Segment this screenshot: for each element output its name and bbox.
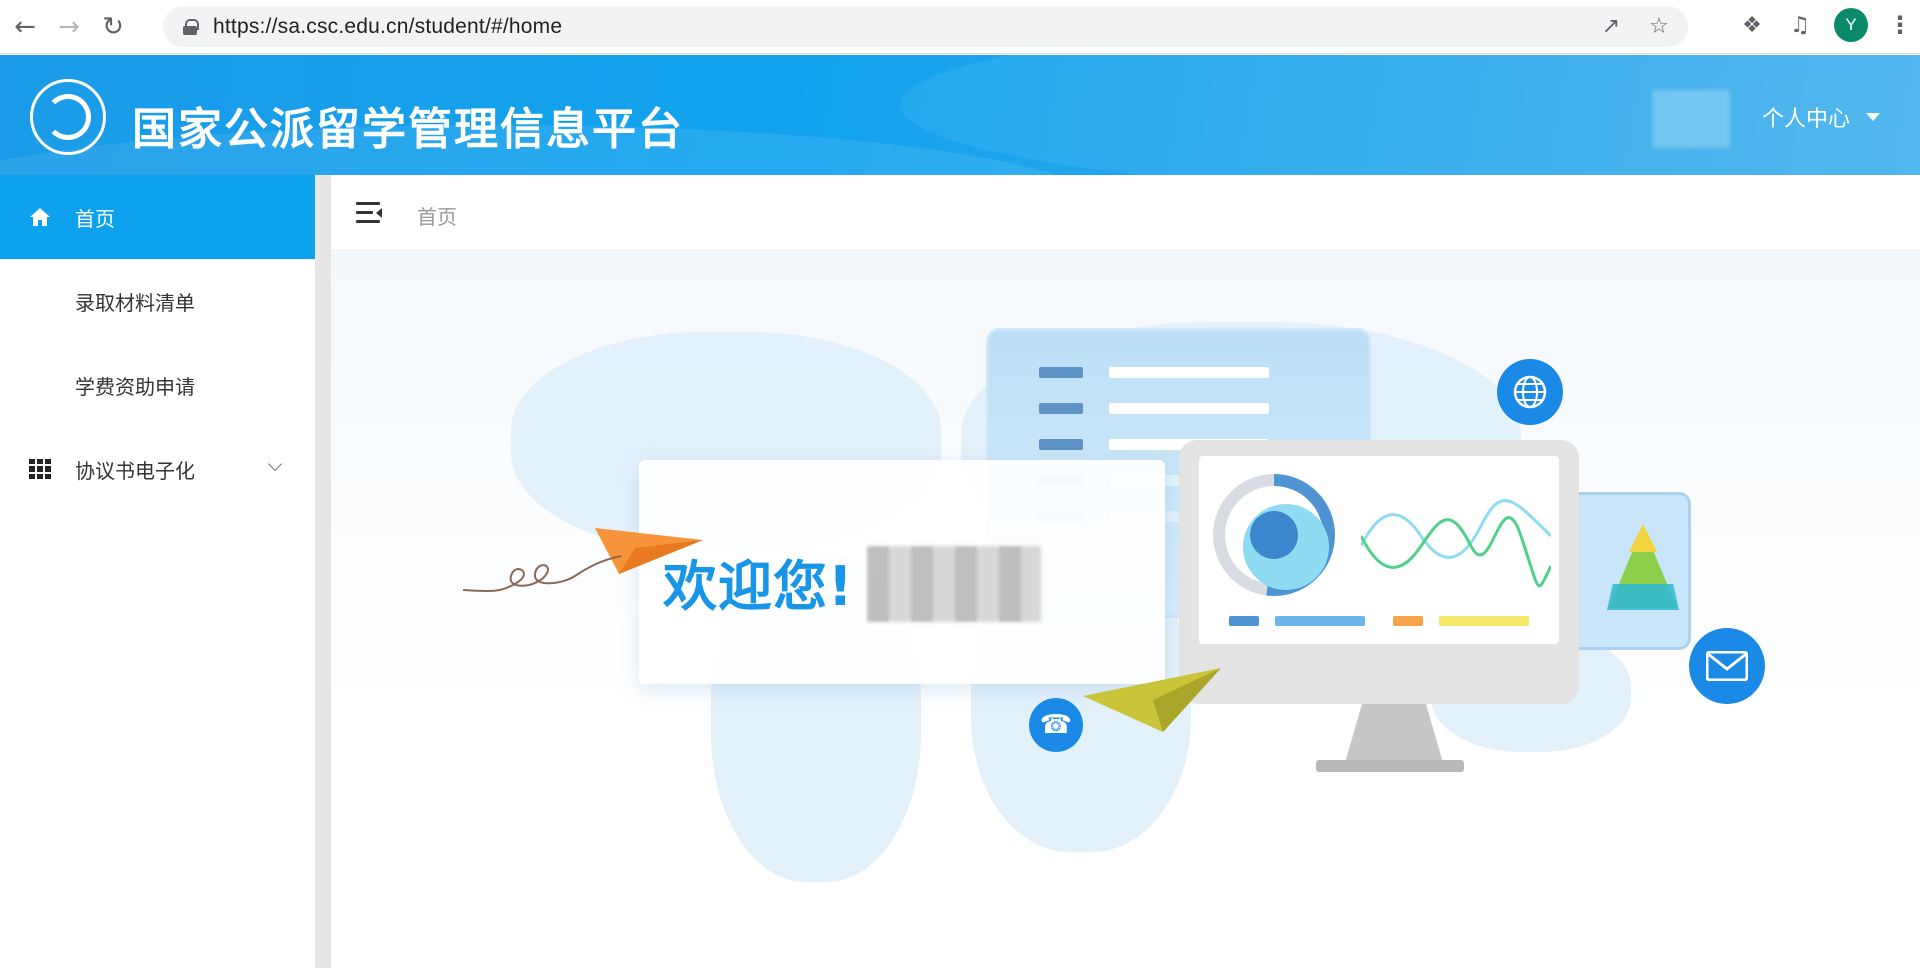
arrow-right-icon: →	[58, 11, 80, 42]
sidebar-item-label: 录取材料清单	[75, 290, 195, 315]
mail-icon	[1689, 628, 1765, 704]
sidebar-item-label: 学费资助申请	[75, 374, 195, 399]
sidebar-scrollbar[interactable]	[315, 175, 331, 968]
browser-menu-icon[interactable]: ⋮	[1888, 11, 1912, 39]
globe-icon	[1497, 359, 1563, 425]
legend-swatch	[1229, 616, 1259, 626]
sidebar-item-admission-materials[interactable]: 录取材料清单	[0, 259, 315, 343]
donut-chart-icon	[1213, 474, 1335, 596]
monitor-illustration	[1179, 440, 1579, 704]
breadcrumb-bar: 首页	[331, 175, 1920, 251]
reload-button[interactable]: ↻	[94, 8, 132, 46]
sidebar: 首页 录取材料清单 学费资助申请 协议书电子化	[0, 175, 315, 968]
collapse-menu-icon[interactable]	[356, 202, 382, 224]
legend-swatch	[1393, 616, 1423, 626]
bookmark-star-icon[interactable]: ☆	[1646, 14, 1672, 39]
share-icon[interactable]: ↗	[1598, 14, 1624, 39]
monitor-base	[1316, 760, 1464, 772]
address-bar[interactable]: https://sa.csc.edu.cn/student/#/home ↗ ☆	[163, 6, 1688, 47]
csc-logo	[30, 79, 106, 155]
back-button[interactable]: ←	[6, 8, 44, 46]
app-title: 国家公派留学管理信息平台	[132, 104, 684, 155]
arrow-left-icon: ←	[14, 11, 36, 42]
url-text[interactable]: https://sa.csc.edu.cn/student/#/home	[213, 15, 562, 39]
caret-down-icon	[1866, 113, 1881, 121]
chevron-down-icon	[267, 456, 283, 472]
user-center-label: 个人中心	[1762, 107, 1851, 132]
breadcrumb[interactable]: 首页	[417, 201, 457, 230]
user-name-redacted	[867, 546, 1041, 622]
pyramid-top	[1629, 524, 1657, 552]
reload-icon: ↻	[102, 11, 124, 42]
monitor-stand	[1344, 704, 1444, 766]
line-chart-icon	[1361, 499, 1551, 587]
pyramid-base	[1607, 584, 1679, 610]
legend-swatch	[1439, 616, 1529, 626]
media-playlist-icon[interactable]: ♫	[1786, 13, 1814, 38]
legend-swatch	[1275, 616, 1365, 626]
paper-plane-yellow-icon	[1083, 668, 1221, 732]
squiggle-decoration	[463, 555, 622, 592]
sidebar-item-agreement-digitization[interactable]: 协议书电子化	[0, 427, 315, 511]
lock-icon	[183, 18, 199, 35]
profile-avatar[interactable]: Y	[1834, 8, 1868, 42]
user-center-menu[interactable]: 个人中心	[1762, 101, 1881, 133]
sidebar-item-home[interactable]: 首页	[0, 175, 315, 259]
sidebar-item-tuition-aid[interactable]: 学费资助申请	[0, 343, 315, 427]
user-avatar	[1652, 90, 1730, 148]
forward-button[interactable]: →	[50, 8, 88, 46]
app-header: 国家公派留学管理信息平台 个人中心	[0, 55, 1920, 175]
phone-icon: ☎	[1029, 698, 1083, 752]
browser-toolbar: ← → ↻ https://sa.csc.edu.cn/student/#/ho…	[0, 0, 1920, 54]
sidebar-item-label: 首页	[75, 206, 115, 231]
home-banner: ☎ 欢迎您!	[331, 252, 1920, 968]
extensions-puzzle-icon[interactable]: ❖	[1738, 13, 1766, 38]
sidebar-item-label: 协议书电子化	[75, 458, 195, 483]
grid-icon	[28, 457, 52, 481]
home-icon	[28, 205, 52, 229]
